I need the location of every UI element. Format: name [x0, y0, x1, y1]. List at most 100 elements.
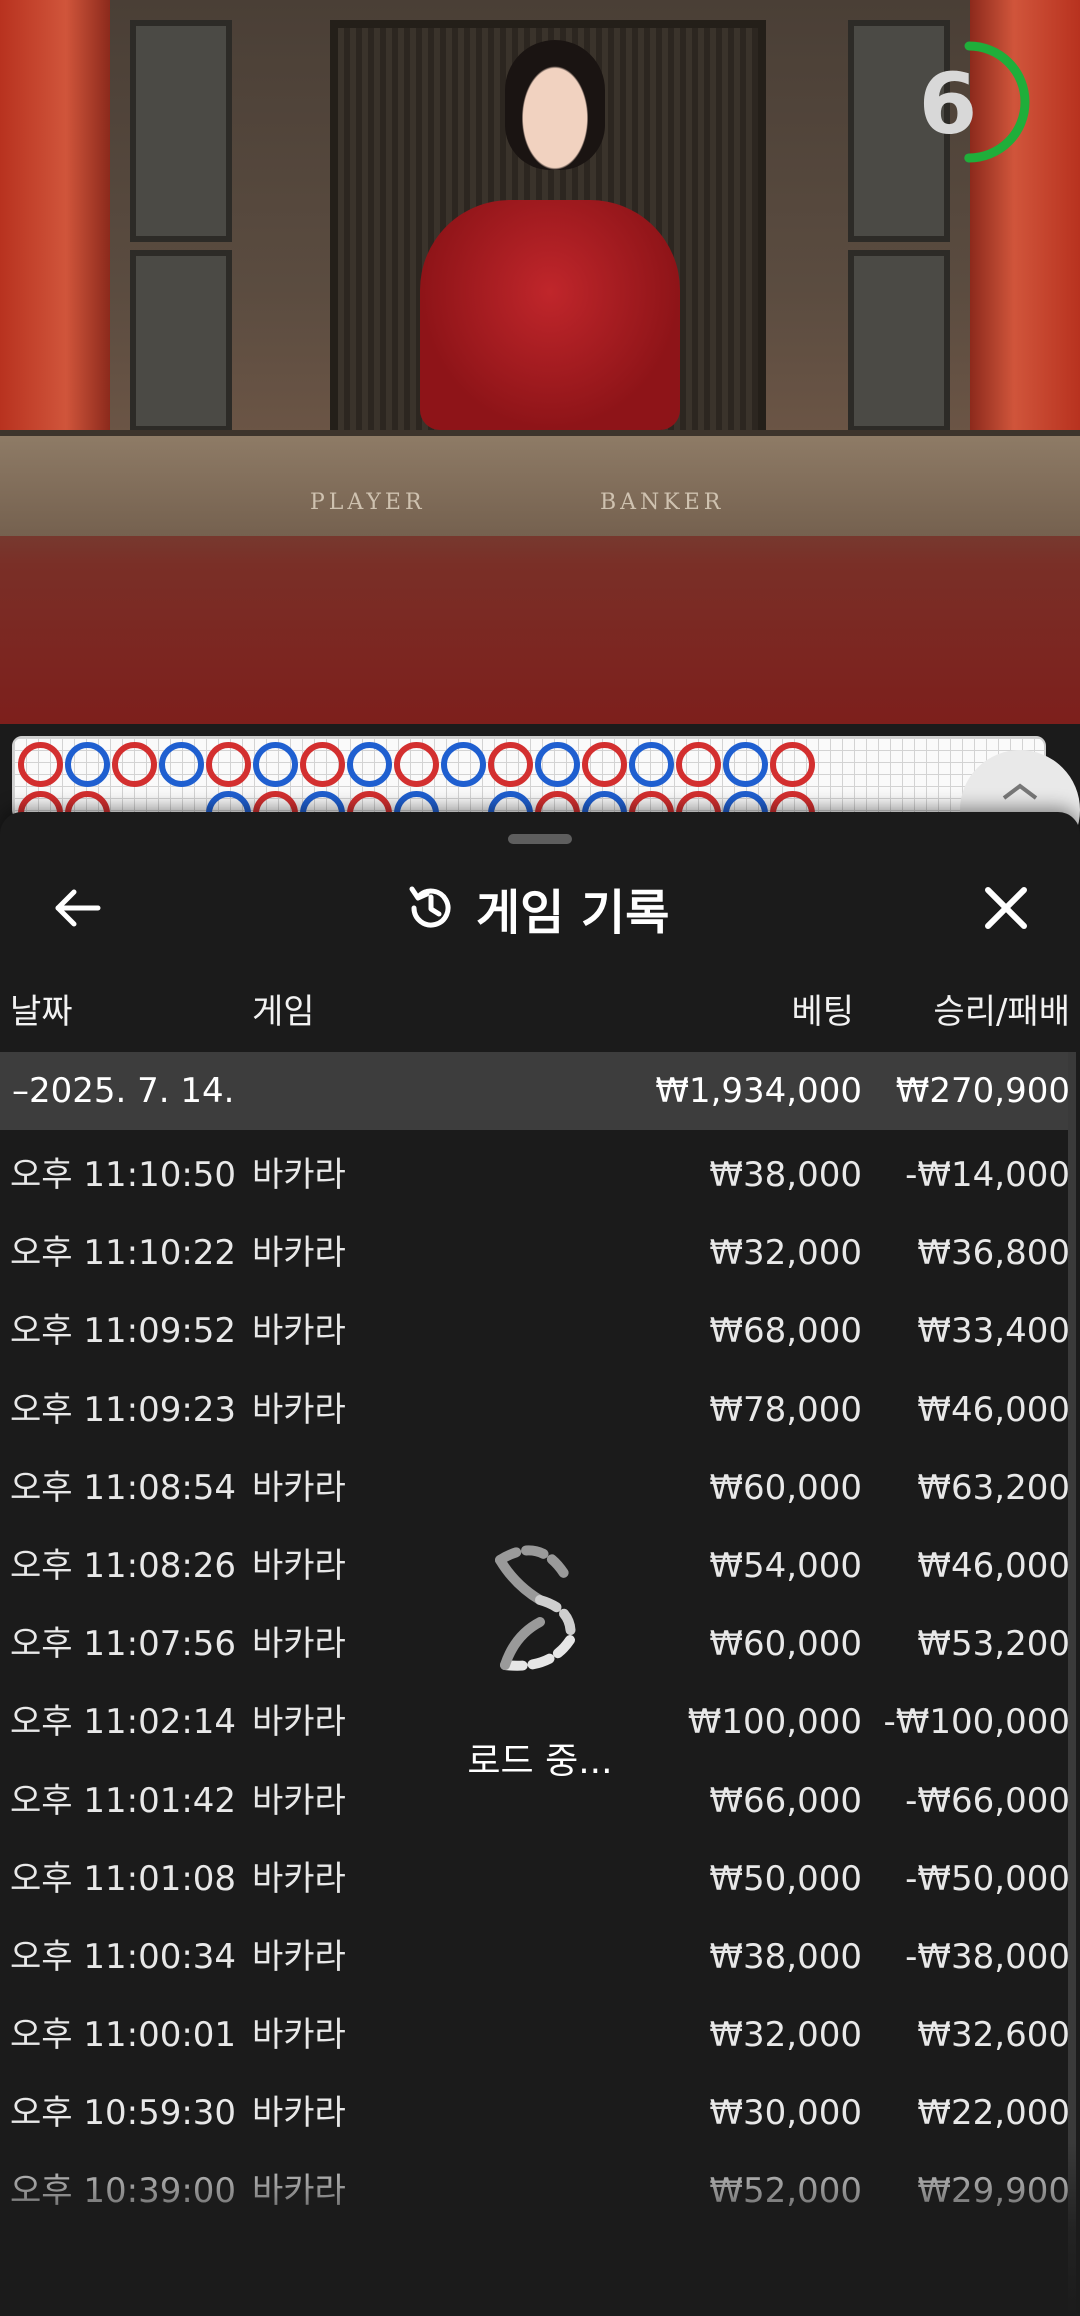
history-row[interactable]: 오후 11:09:52 바카라 ₩68,000 ₩33,400 — [0, 1286, 1074, 1364]
banker-bead — [488, 742, 533, 787]
row-game: 바카라 — [252, 1702, 346, 1743]
row-bet: ₩66,000 — [709, 1780, 862, 1821]
row-bet: ₩50,000 — [709, 1858, 862, 1899]
banker-bead — [394, 742, 439, 787]
row-time: 오후 11:01:08 — [10, 1858, 237, 1899]
back-button[interactable] — [48, 878, 108, 938]
row-bet: ₩32,000 — [709, 2015, 862, 2056]
player-bead — [535, 742, 580, 787]
banker-bead — [582, 742, 627, 787]
row-result: -₩50,000 — [905, 1858, 1070, 1899]
row-game: 바카라 — [252, 2171, 346, 2212]
row-bet: ₩60,000 — [709, 1467, 862, 1508]
row-game: 바카라 — [252, 1389, 346, 1430]
row-bet: ₩78,000 — [709, 1389, 862, 1430]
row-time: 오후 11:07:56 — [10, 1624, 237, 1665]
column-header-game: 게임 — [252, 992, 315, 1032]
baccarat-table — [0, 430, 1080, 536]
history-row[interactable]: 오후 11:10:50 바카라 ₩38,000 -₩14,000 — [0, 1130, 1074, 1208]
wall-panel — [130, 250, 232, 432]
dealer-head — [505, 40, 605, 170]
row-result: -₩66,000 — [905, 1780, 1070, 1821]
table-label-player: PLAYER — [310, 490, 426, 515]
row-time: 오후 10:59:30 — [10, 2093, 237, 2134]
row-result: ₩46,000 — [917, 1389, 1070, 1430]
row-time: 오후 11:09:52 — [10, 1311, 237, 1352]
banker-bead — [206, 742, 251, 787]
player-bead — [347, 742, 392, 787]
game-history-sheet: 게임 기록 날짜 게임 베팅 승리/패배 –2025. 7. 14. ₩1,93… — [0, 812, 1080, 2316]
row-game: 바카라 — [252, 1936, 346, 1977]
history-row[interactable]: 오후 11:01:08 바카라 ₩50,000 -₩50,000 — [0, 1834, 1074, 1912]
bead-road[interactable] — [12, 736, 1046, 820]
row-result: ₩29,900 — [917, 2171, 1070, 2212]
row-game: 바카라 — [252, 1858, 346, 1899]
row-bet: ₩52,000 — [709, 2171, 862, 2212]
history-row[interactable]: 오후 11:10:22 바카라 ₩32,000 ₩36,800 — [0, 1208, 1074, 1286]
row-bet: ₩60,000 — [709, 1624, 862, 1665]
dealer-body — [420, 200, 680, 430]
row-bet: ₩68,000 — [709, 1311, 862, 1352]
row-result: ₩33,400 — [917, 1311, 1070, 1352]
row-result: ₩32,600 — [917, 2015, 1070, 2056]
row-result: -₩14,000 — [905, 1155, 1070, 1195]
player-bead — [253, 742, 298, 787]
row-bet: ₩38,000 — [709, 1155, 862, 1195]
history-row[interactable]: 오후 10:39:00 바카라 ₩52,000 ₩29,900 — [0, 2146, 1074, 2224]
loading-text: 로드 중... — [467, 1741, 613, 1782]
row-time: 오후 11:09:23 — [10, 1389, 237, 1430]
row-game: 바카라 — [252, 2093, 346, 2134]
banker-bead — [300, 742, 345, 787]
row-result: ₩53,200 — [917, 1624, 1070, 1665]
column-header-result: 승리/패배 — [933, 992, 1070, 1032]
row-game: 바카라 — [252, 1467, 346, 1508]
loading-spinner-icon — [495, 1545, 576, 1671]
road-row — [18, 742, 815, 787]
row-time: 오후 11:10:22 — [10, 1233, 237, 1274]
row-bet: ₩100,000 — [687, 1702, 862, 1743]
row-game: 바카라 — [252, 2015, 346, 2056]
history-row[interactable]: 오후 10:59:30 바카라 ₩30,000 ₩22,000 — [0, 2068, 1074, 2146]
row-bet: ₩38,000 — [709, 1936, 862, 1977]
group-date: –2025. 7. 14. — [12, 1071, 235, 1111]
live-video-feed: PLAYER BANKER 6 — [0, 0, 1080, 724]
row-game: 바카라 — [252, 1780, 346, 1821]
row-bet: ₩54,000 — [709, 1545, 862, 1586]
player-bead — [441, 742, 486, 787]
scrollbar[interactable] — [1068, 1052, 1076, 2316]
sheet-header: 게임 기록 — [404, 872, 669, 944]
history-row[interactable]: 오후 11:00:34 바카라 ₩38,000 -₩38,000 — [0, 1912, 1074, 1990]
row-result: -₩100,000 — [883, 1702, 1071, 1743]
group-bet-total: ₩1,934,000 — [655, 1071, 862, 1111]
sheet-drag-handle[interactable] — [508, 834, 572, 844]
banker-bead — [18, 742, 63, 787]
row-game: 바카라 — [252, 1311, 346, 1352]
row-time: 오후 10:39:00 — [10, 2171, 237, 2212]
history-row[interactable]: 오후 11:08:54 바카라 ₩60,000 ₩63,200 — [0, 1443, 1074, 1521]
row-time: 오후 11:00:01 — [10, 2015, 237, 2056]
history-row[interactable]: 오후 11:00:01 바카라 ₩32,000 ₩32,600 — [0, 1990, 1074, 2068]
banker-bead — [770, 742, 815, 787]
arrow-left-icon — [55, 889, 101, 927]
row-bet: ₩32,000 — [709, 1233, 862, 1274]
row-bet: ₩30,000 — [709, 2093, 862, 2134]
date-group-header[interactable]: –2025. 7. 14. ₩1,934,000 ₩270,900 — [0, 1052, 1074, 1130]
close-icon — [985, 887, 1027, 929]
row-time: 오후 11:10:50 — [10, 1155, 237, 1195]
player-bead — [629, 742, 674, 787]
row-game: 바카라 — [252, 1545, 346, 1586]
close-button[interactable] — [976, 878, 1036, 938]
table-label-banker: BANKER — [600, 490, 725, 515]
row-time: 오후 11:01:42 — [10, 1780, 237, 1821]
row-result: ₩46,000 — [917, 1545, 1070, 1586]
history-row[interactable]: 오후 11:09:23 바카라 ₩78,000 ₩46,000 — [0, 1365, 1074, 1443]
left-wall-decoration — [0, 0, 110, 480]
column-header-date: 날짜 — [10, 992, 73, 1032]
row-time: 오후 11:08:26 — [10, 1545, 237, 1586]
player-bead — [159, 742, 204, 787]
row-game: 바카라 — [252, 1155, 346, 1195]
sheet-title: 게임 기록 — [476, 885, 670, 941]
row-result: -₩38,000 — [905, 1936, 1070, 1977]
player-bead — [723, 742, 768, 787]
banker-bead — [676, 742, 721, 787]
